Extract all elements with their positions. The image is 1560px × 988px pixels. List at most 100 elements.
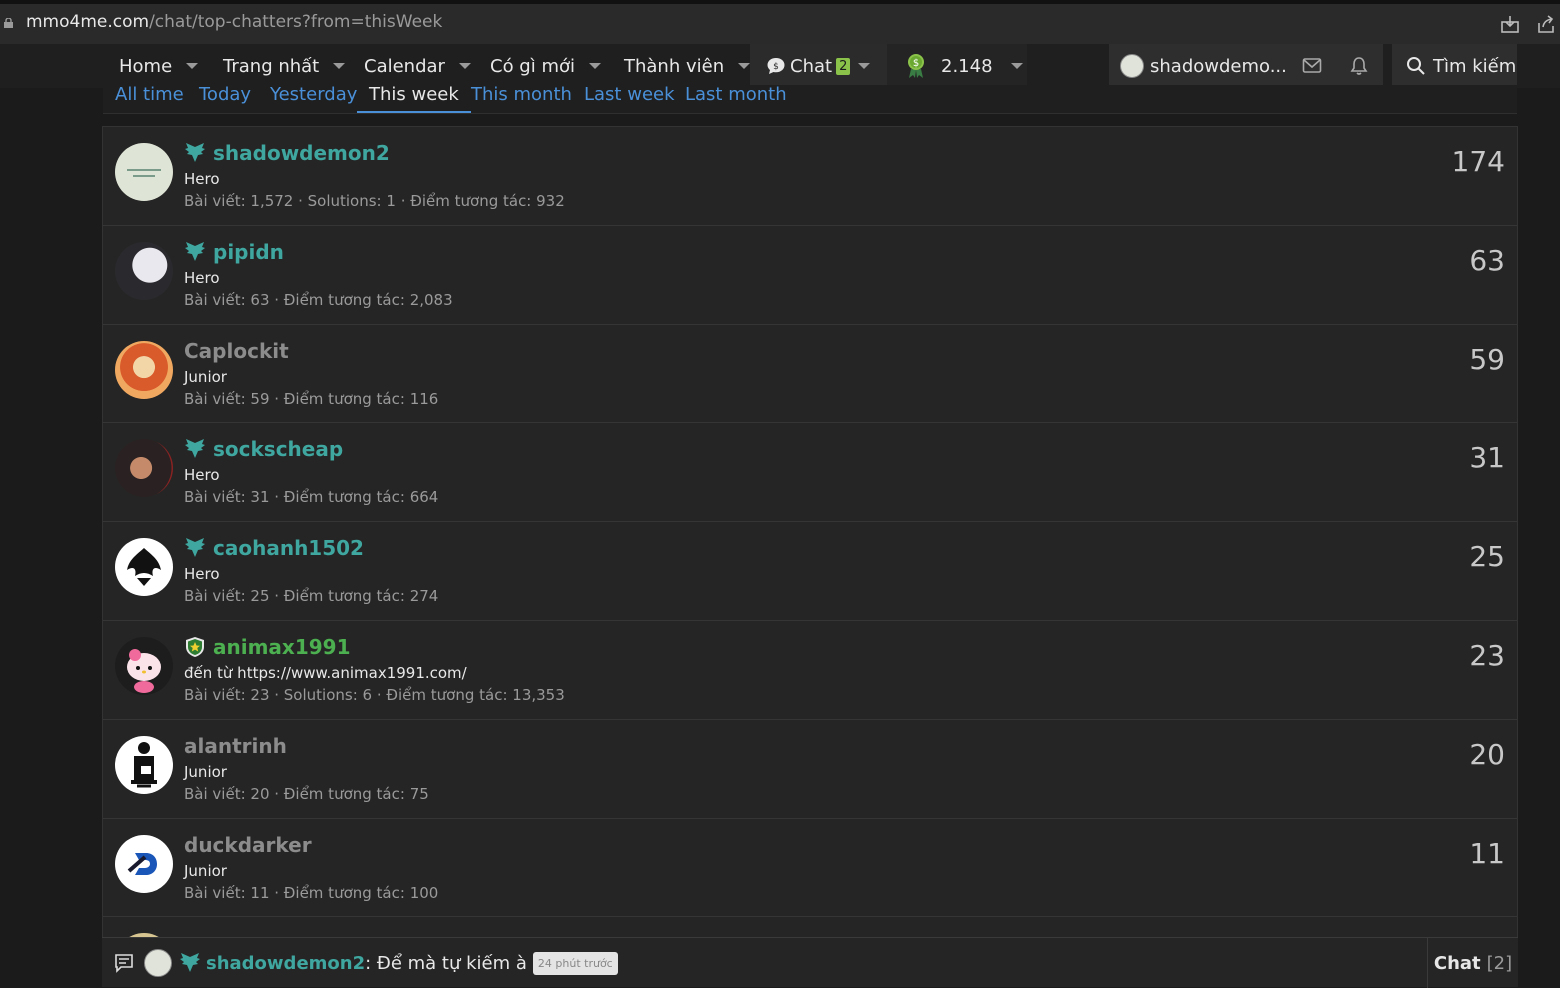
nav-trang-nhat[interactable]: Trang nhất — [223, 44, 346, 88]
tab-all-time[interactable]: All time — [115, 85, 184, 111]
user-stats: Bài viết: 20 · Điểm tương tác: 75 — [184, 784, 429, 803]
hero-wings-icon — [185, 241, 205, 261]
site-navigation: Home Trang nhất Calendar Có gì mới Thành… — [0, 44, 1560, 88]
nav-chat[interactable]: $ Chat 2 — [750, 44, 887, 88]
nav-username: shadowdemo... — [1150, 55, 1287, 77]
nav-coins[interactable]: $ 2.148 — [887, 44, 1027, 88]
star-shield-icon — [186, 636, 204, 657]
url-text[interactable]: mmo4me.com/chat/top-chatters?from=thisWe… — [26, 12, 442, 32]
mail-icon[interactable] — [1302, 57, 1322, 75]
chat-timestamp: 24 phút trước — [532, 951, 618, 975]
install-app-icon[interactable] — [1500, 14, 1520, 34]
username-text: shadowdemon2 — [213, 141, 390, 165]
username-link[interactable]: animax1991 — [184, 635, 351, 659]
username-link[interactable]: pipidn — [184, 240, 284, 264]
avatar[interactable] — [144, 949, 172, 977]
hero-wings-icon — [185, 143, 205, 162]
user-title: Junior — [184, 367, 227, 386]
tab-today[interactable]: Today — [199, 85, 251, 111]
list-item: shadowdemon2 Hero Bài viết: 1,572 · Solu… — [103, 127, 1517, 226]
nav-user-menu[interactable]: shadowdemo... — [1109, 44, 1383, 88]
chat-toggle-count: [2] — [1486, 952, 1513, 974]
url-host: mmo4me.com — [26, 12, 150, 32]
chevron-down-icon[interactable] — [589, 63, 601, 69]
nav-whats-new[interactable]: Có gì mới — [490, 44, 601, 88]
avatar[interactable] — [115, 143, 173, 201]
username-text: sockscheap — [213, 437, 344, 462]
list-item: sockscheap Hero Bài viết: 31 · Điểm tươn… — [103, 423, 1517, 523]
list-item: pipidn Hero Bài viết: 63 · Điểm tương tá… — [103, 226, 1517, 325]
list-item: animax1991 đến từ https://www.animax1991… — [103, 621, 1517, 720]
message-count: 59 — [1469, 342, 1505, 376]
message-count: 31 — [1469, 441, 1505, 475]
avatar[interactable] — [115, 439, 173, 498]
chat-message-icon[interactable] — [114, 953, 134, 973]
username-text: caohanh1502 — [213, 536, 364, 561]
nav-whats-new-label: Có gì mới — [490, 55, 575, 77]
chevron-down-icon[interactable] — [738, 63, 751, 69]
nav-calendar-label: Calendar — [364, 55, 445, 77]
list-item: alantrinh Junior Bài viết: 20 · Điểm tươ… — [103, 720, 1517, 819]
username-text: pipidn — [213, 239, 284, 264]
tab-last-month[interactable]: Last month — [685, 85, 787, 111]
nav-search[interactable]: Tìm kiếm — [1392, 44, 1517, 88]
tab-this-week[interactable]: This week — [357, 85, 471, 113]
chat-author[interactable]: shadowdemon2 — [206, 953, 365, 974]
message-count: 23 — [1469, 638, 1505, 672]
lock-icon — [4, 18, 13, 28]
chat-count-badge: 2 — [836, 57, 851, 75]
avatar[interactable] — [115, 636, 173, 695]
username-link[interactable]: Caplockit — [184, 339, 289, 363]
user-stats: Bài viết: 11 · Điểm tương tác: 100 — [184, 883, 439, 902]
coin-medal-icon: $ — [908, 54, 924, 78]
username-link[interactable]: caohanh1502 — [184, 536, 364, 560]
list-item: Caplockit Junior Bài viết: 59 · Điểm tươ… — [103, 325, 1517, 424]
chevron-down-icon[interactable] — [186, 63, 199, 69]
time-filter-tabs: All time Today Yesterday This week This … — [103, 85, 1517, 114]
latest-chat-message[interactable]: shadowdemon2 : Để mà tự kiếm à 24 phút t… — [114, 938, 618, 988]
nav-members[interactable]: Thành viên — [624, 44, 751, 88]
user-title: Junior — [184, 762, 227, 781]
user-title: Hero — [184, 466, 220, 485]
tab-yesterday[interactable]: Yesterday — [270, 85, 357, 111]
message-count: 25 — [1469, 540, 1505, 574]
avatar[interactable] — [115, 340, 173, 399]
username-text: Caplockit — [184, 338, 289, 363]
tab-this-month[interactable]: This month — [471, 85, 572, 111]
search-icon — [1407, 57, 1425, 75]
nav-home[interactable]: Home — [119, 44, 199, 88]
url-path: /chat/top-chatters?from=thisWeek — [149, 12, 443, 32]
chevron-down-icon[interactable] — [333, 63, 346, 69]
message-count: 11 — [1469, 836, 1505, 870]
tab-last-week[interactable]: Last week — [584, 85, 675, 111]
svg-text:$: $ — [773, 62, 779, 72]
user-title: Hero — [184, 170, 220, 188]
chevron-down-icon[interactable] — [858, 63, 870, 69]
avatar[interactable] — [115, 538, 173, 597]
share-icon[interactable] — [1536, 14, 1556, 34]
nav-chat-label: Chat — [790, 55, 833, 77]
username-text: alantrinh — [184, 733, 287, 758]
chevron-down-icon[interactable] — [458, 63, 471, 69]
chat-toggle-label: Chat — [1433, 952, 1481, 974]
username-link[interactable]: shadowdemon2 — [184, 141, 390, 165]
avatar[interactable] — [115, 735, 173, 794]
svg-text:$: $ — [913, 58, 919, 69]
browser-address-bar[interactable]: mmo4me.com/chat/top-chatters?from=thisWe… — [0, 0, 1560, 44]
bell-icon[interactable] — [1350, 56, 1368, 76]
username-link[interactable]: duckdarker — [184, 833, 312, 857]
hero-wings-icon — [185, 439, 205, 459]
nav-calendar[interactable]: Calendar — [364, 44, 471, 88]
nav-home-label: Home — [119, 55, 173, 77]
chevron-down-icon[interactable] — [1010, 63, 1023, 69]
message-count: 63 — [1469, 243, 1505, 277]
user-stats: Bài viết: 25 · Điểm tương tác: 274 — [184, 587, 439, 606]
hero-wings-icon — [180, 953, 200, 972]
hero-wings-icon — [185, 538, 205, 558]
username-link[interactable]: sockscheap — [184, 437, 343, 461]
chat-toggle-button[interactable]: Chat [2] — [1427, 938, 1518, 988]
user-title: Hero — [184, 565, 220, 584]
username-link[interactable]: alantrinh — [184, 734, 287, 758]
avatar[interactable] — [115, 241, 173, 300]
avatar[interactable] — [115, 834, 173, 893]
